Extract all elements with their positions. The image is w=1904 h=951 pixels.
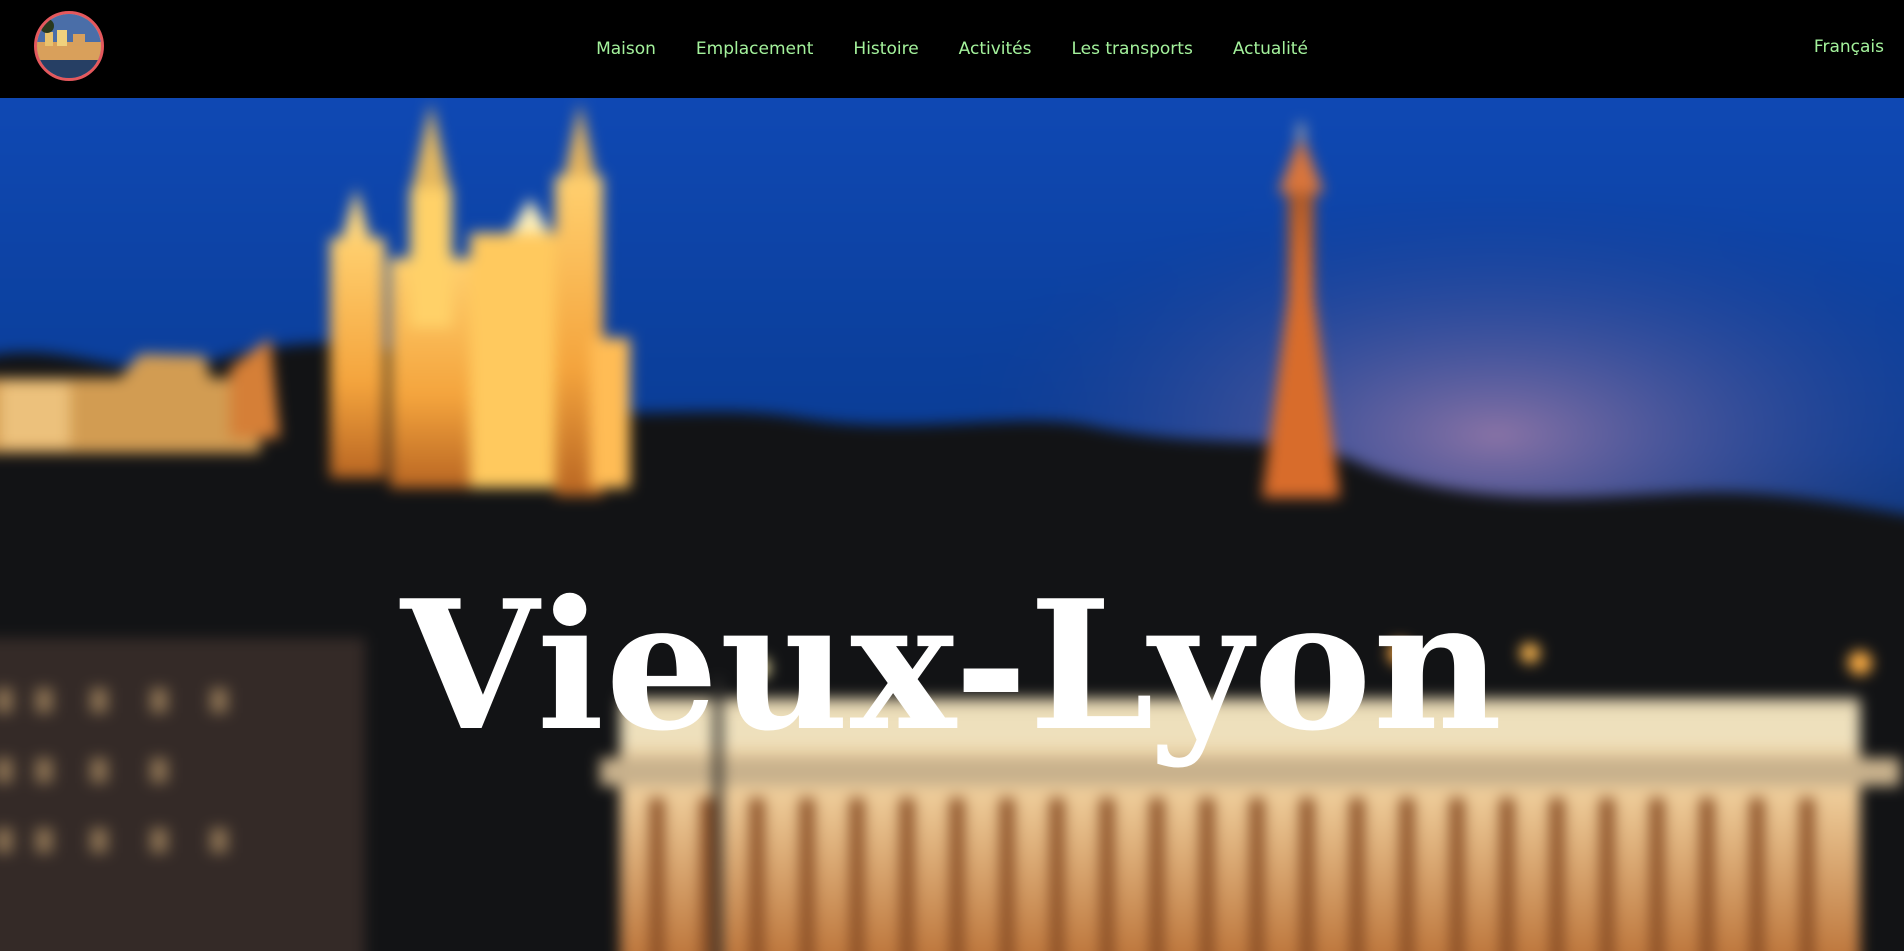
top-navigation-bar: Maison Emplacement Histoire Activités Le… — [0, 0, 1904, 98]
nav-link-histoire[interactable]: Histoire — [853, 39, 918, 59]
hero-section: Vieux-Lyon — [0, 98, 1904, 951]
hero-title: Vieux-Lyon — [400, 561, 1504, 771]
nav-link-actualite[interactable]: Actualité — [1233, 39, 1308, 59]
nav-link-maison[interactable]: Maison — [596, 39, 656, 59]
nav-link-activites[interactable]: Activités — [959, 39, 1032, 59]
hero-background-image — [0, 98, 1904, 951]
main-nav: Maison Emplacement Histoire Activités Le… — [0, 0, 1904, 98]
nav-link-emplacement[interactable]: Emplacement — [696, 39, 814, 59]
nav-link-transports[interactable]: Les transports — [1072, 39, 1193, 59]
language-switcher[interactable]: Français — [1814, 37, 1884, 57]
